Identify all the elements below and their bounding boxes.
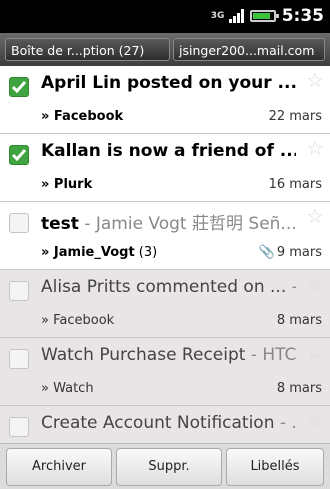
message-snippet: - Jamie Vogt 莊哲明 Señ... xyxy=(78,214,296,234)
message-date: 16 mars xyxy=(268,177,322,192)
message-date: 9 mars xyxy=(276,245,322,260)
message-snippet: - HTC... xyxy=(250,345,296,365)
message-checkbox[interactable] xyxy=(9,145,29,165)
message-subject-line: April Lin posted on your ... -... xyxy=(41,73,296,93)
message-title: test xyxy=(41,214,79,234)
message-checkbox[interactable] xyxy=(9,349,29,369)
message-label: » Plurk xyxy=(41,177,93,192)
star-icon[interactable]: ☆ xyxy=(306,410,324,430)
status-bar: 3G 5:35 xyxy=(0,0,330,33)
message-title: Alisa Pritts commented on ... xyxy=(41,277,287,297)
message-label: » Watch xyxy=(41,381,94,396)
battery-icon xyxy=(249,10,279,22)
checkmark-icon xyxy=(11,149,27,162)
message-label: » Facebook xyxy=(41,313,115,328)
message-subject-line: Create Account Notification - ... xyxy=(41,413,296,433)
message-list: April Lin posted on your ... -... » Faceb… xyxy=(0,66,330,474)
list-item[interactable]: April Lin posted on your ... -... » Faceb… xyxy=(0,66,330,134)
list-item[interactable]: test - Jamie Vogt 莊哲明 Señ... » Jamie_Vogt… xyxy=(0,202,330,270)
clock: 5:35 xyxy=(281,6,324,26)
message-checkbox[interactable] xyxy=(9,213,29,233)
message-title: April Lin posted on your ... xyxy=(41,73,296,93)
message-date: 22 mars xyxy=(268,109,322,124)
account-bar: Boîte de r...ption (27) jsinger200...mai… xyxy=(0,33,330,66)
message-title: Kallan is now a friend of ... xyxy=(41,141,296,161)
message-snippet: -... xyxy=(286,277,296,297)
network-type-icon: 3G xyxy=(210,10,225,21)
message-checkbox[interactable] xyxy=(9,417,29,437)
message-title: Watch Purchase Receipt xyxy=(41,345,246,365)
message-label: » Jamie_Vogt xyxy=(41,245,135,260)
message-snippet: - ... xyxy=(279,413,296,433)
star-icon[interactable]: ☆ xyxy=(306,342,324,362)
message-label-line: » Plurk xyxy=(41,177,92,192)
star-icon[interactable]: ☆ xyxy=(306,138,324,158)
message-subject-line: Alisa Pritts commented on ... -... xyxy=(41,277,296,297)
message-checkbox[interactable] xyxy=(9,281,29,301)
message-label-line: » Jamie_Vogt (3) xyxy=(41,245,157,260)
archive-button[interactable]: Archiver xyxy=(6,448,112,486)
message-title: Create Account Notification xyxy=(41,413,275,433)
message-label-line: » Facebook xyxy=(41,109,123,124)
message-checkbox[interactable] xyxy=(9,77,29,97)
message-subject-line: Watch Purchase Receipt - HTC... xyxy=(41,345,296,365)
inbox-tab[interactable]: Boîte de r...ption (27) xyxy=(5,38,170,61)
action-bar: Archiver Suppr. Libellés xyxy=(0,443,330,489)
delete-button[interactable]: Suppr. xyxy=(116,448,222,486)
message-date: 8 mars xyxy=(276,381,322,396)
message-subject-line: test - Jamie Vogt 莊哲明 Señ... xyxy=(41,209,296,234)
message-label: » Facebook xyxy=(41,109,124,124)
message-date: 8 mars xyxy=(276,313,322,328)
list-item[interactable]: Kallan is now a friend of ... » Plurk 16 m… xyxy=(0,134,330,202)
list-item[interactable]: Alisa Pritts commented on ... -... » Face… xyxy=(0,270,330,338)
thread-count: (3) xyxy=(134,245,158,260)
message-subject-line: Kallan is now a friend of ... xyxy=(41,141,296,161)
list-item[interactable]: Watch Purchase Receipt - HTC... » Watch 8 … xyxy=(0,338,330,406)
star-icon[interactable]: ☆ xyxy=(306,274,324,294)
star-icon[interactable]: ☆ xyxy=(306,206,324,226)
paperclip-icon: 📎 xyxy=(258,245,275,260)
message-label-line: » Watch xyxy=(41,381,94,396)
checkmark-icon xyxy=(11,81,27,94)
account-tab[interactable]: jsinger200...mail.com xyxy=(173,38,325,61)
labels-button[interactable]: Libellés xyxy=(226,448,324,486)
message-label-line: » Facebook xyxy=(41,313,114,328)
signal-strength-icon xyxy=(228,9,244,23)
star-icon[interactable]: ☆ xyxy=(306,70,324,90)
